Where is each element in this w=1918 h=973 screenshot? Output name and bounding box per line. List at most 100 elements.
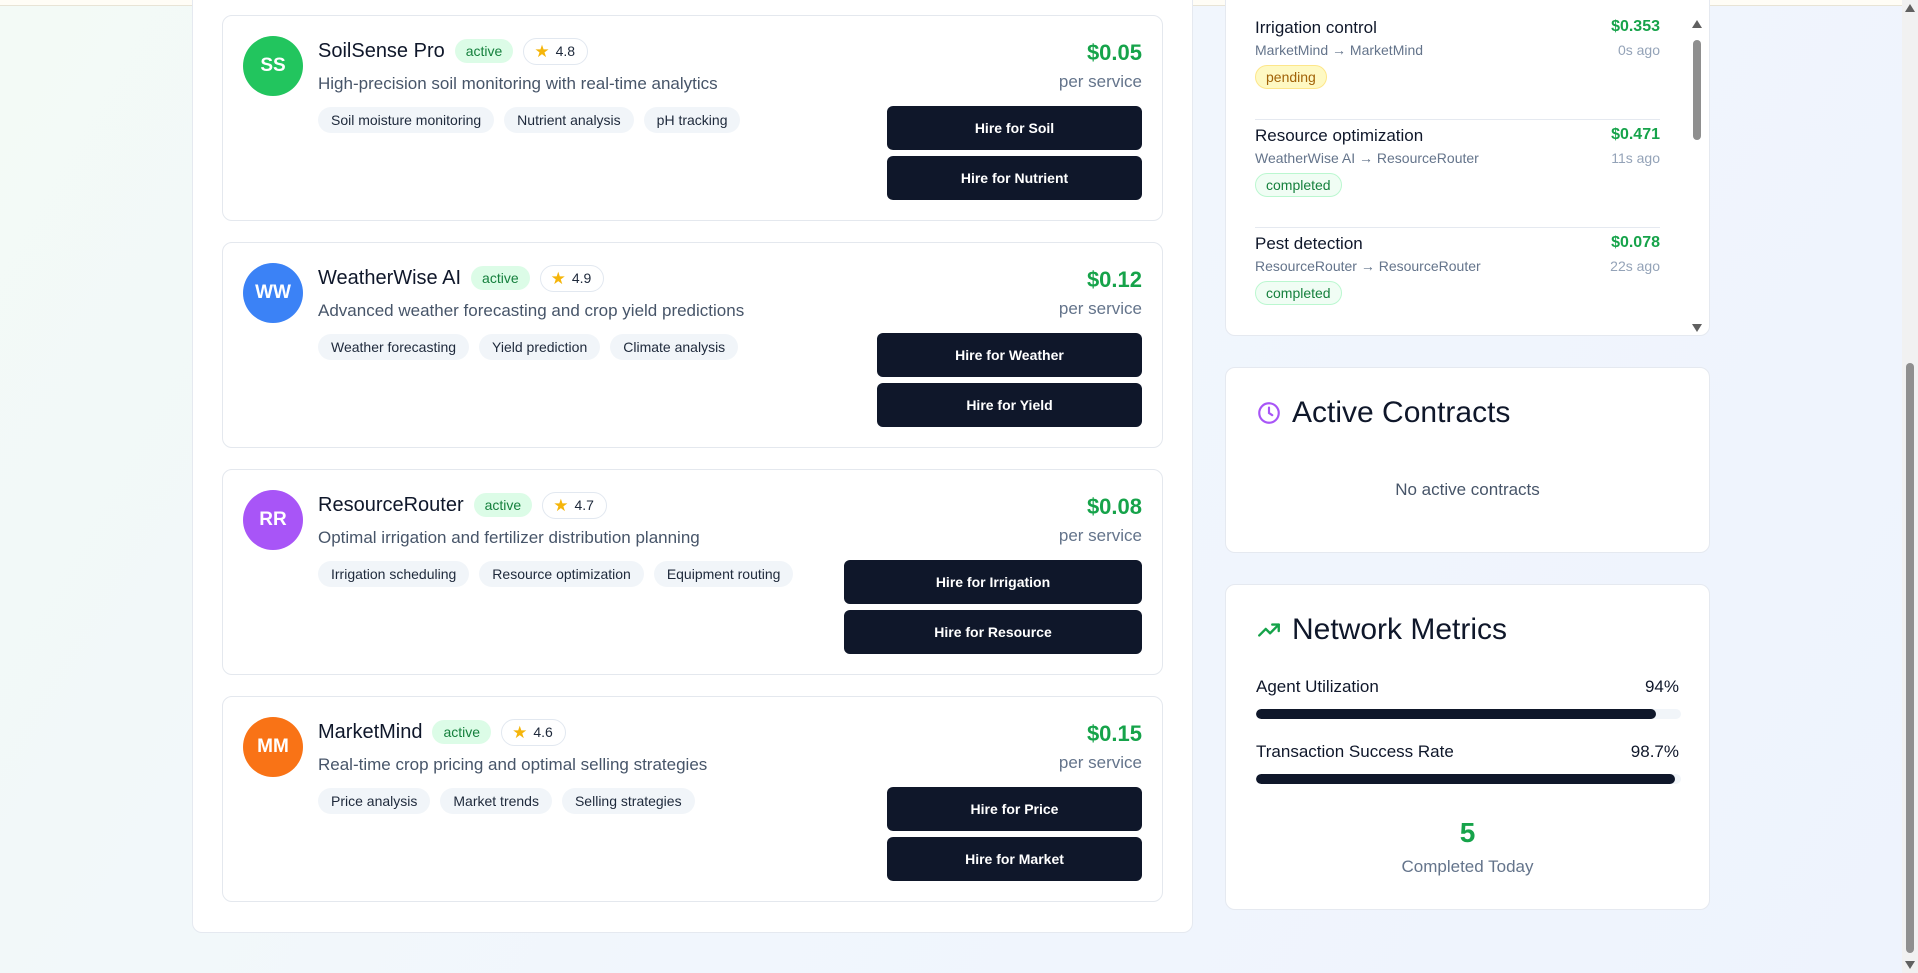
transaction-title: Pest detection [1255,234,1363,253]
capability-tag: pH tracking [643,107,741,133]
transaction-amount: $0.353 [1611,18,1660,35]
active-contracts-panel: Active Contracts No active contracts [1225,367,1710,553]
transaction-route: MarketMind → MarketMind [1255,42,1424,58]
hire-soil-button[interactable]: Hire for Soil [887,106,1142,150]
status-badge: active [432,720,492,744]
agent-price: $0.05 [1086,40,1142,65]
scrollbar-thumb[interactable] [1906,363,1914,953]
avatar: MM [243,717,303,777]
capability-tag: Soil moisture monitoring [318,107,495,133]
transaction-item: Pest detection $0.078 ResourceRouter → R… [1255,228,1660,334]
capability-tag: Resource optimization [479,561,644,587]
status-badge: active [473,493,533,517]
hire-weather-button[interactable]: Hire for Weather [877,333,1142,377]
completed-today-label: Completed Today [1401,857,1534,876]
page-scrollbar[interactable] [1902,0,1918,973]
transaction-list[interactable]: Irrigation control $0.353 MarketMind → M… [1255,12,1660,334]
rating-value: 4.6 [533,724,553,740]
hire-resource-button[interactable]: Hire for Resource [844,610,1142,654]
transaction-item: Resource optimization $0.471 WeatherWise… [1255,120,1660,228]
agent-card-marketmind: MM MarketMind active ★ 4.6 Real-time crop… [222,696,1163,902]
empty-contracts-message: No active contracts [1395,480,1540,499]
capability-tags: Irrigation scheduling Resource optimizat… [318,561,794,587]
star-icon: ★ [512,722,528,742]
transaction-time: 11s ago [1611,150,1660,166]
agent-description: Real-time crop pricing and optimal selli… [318,755,708,774]
network-metrics-title: Network Metrics [1292,613,1508,646]
trending-up-icon [1256,617,1282,643]
transaction-list-scrollbar[interactable] [1690,18,1704,332]
capability-tag: Yield prediction [479,334,601,360]
rating-badge: ★ 4.8 [523,37,589,65]
metric-label: Agent Utilization [1256,677,1379,696]
agent-utilization-bar [1256,709,1681,719]
avatar: WW [243,263,303,323]
progress-fill [1256,774,1676,784]
rating-badge: ★ 4.9 [539,264,605,292]
star-icon: ★ [534,41,550,61]
capability-tag: Weather forecasting [318,334,470,360]
hire-price-button[interactable]: Hire for Price [887,787,1142,831]
price-unit: per service [1058,526,1142,545]
price-unit: per service [1058,753,1142,772]
status-badge: pending [1255,65,1327,89]
metric-value: 98.7% [1630,742,1679,761]
capability-tag: Equipment routing [653,561,794,587]
scroll-up-arrow-icon[interactable] [1692,20,1702,28]
star-icon: ★ [553,495,569,515]
agent-description: Advanced weather forecasting and crop yi… [318,301,745,320]
agent-description: Optimal irrigation and fertilizer distri… [318,528,700,547]
rating-value: 4.9 [571,270,592,286]
transaction-amount: $0.078 [1611,234,1660,251]
metric-value: 94% [1644,677,1679,696]
capability-tag: Climate analysis [610,334,739,360]
panel-title: Active Contracts [1256,396,1510,430]
agent-name: WeatherWise AI [318,266,462,289]
agent-name: SoilSense Pro [318,39,445,62]
agent-card-resourcerouter: RR ResourceRouter active ★ 4.7 Optimal ir… [222,469,1163,675]
scroll-up-arrow-icon[interactable] [1905,4,1915,12]
transaction-time: 22s ago [1610,258,1660,274]
scrollbar-thumb[interactable] [1693,40,1701,140]
transaction-success-bar [1256,774,1681,784]
hire-nutrient-button[interactable]: Hire for Nutrient [887,156,1142,200]
rating-value: 4.7 [574,497,594,513]
avatar: RR [243,490,303,550]
transaction-route: WeatherWise AI → ResourceRouter [1255,150,1479,166]
network-metrics-panel: Network Metrics Agent Utilization 94% Tr… [1225,584,1710,910]
transaction-route: ResourceRouter → ResourceRouter [1255,258,1481,274]
hire-market-button[interactable]: Hire for Market [887,837,1142,881]
transaction-title: Resource optimization [1255,126,1424,145]
agent-price: $0.12 [1086,267,1142,292]
status-badge: completed [1255,173,1342,197]
scroll-down-arrow-icon[interactable] [1692,324,1702,332]
agent-name: ResourceRouter [318,493,464,516]
status-badge: active [471,266,530,290]
capability-tags: Weather forecasting Yield prediction Cli… [318,334,739,360]
active-contracts-title: Active Contracts [1292,396,1511,429]
capability-tag: Market trends [440,788,552,814]
rating-value: 4.8 [555,43,576,59]
capability-tag: Selling strategies [561,788,695,814]
scroll-down-arrow-icon[interactable] [1905,961,1915,969]
agent-card-soilsense: SS SoilSense Pro active ★ 4.8 High-precis… [222,15,1163,221]
panel-title: Network Metrics [1256,613,1507,647]
capability-tag: Irrigation scheduling [318,561,470,587]
rating-badge: ★ 4.6 [501,718,566,746]
rating-badge: ★ 4.7 [542,491,607,519]
star-icon: ★ [550,268,566,288]
completed-today-count: 5 [1459,817,1476,848]
status-badge: active [454,39,514,63]
transaction-amount: $0.471 [1611,126,1660,143]
transaction-item: Irrigation control $0.353 MarketMind → M… [1255,12,1660,120]
avatar: SS [243,36,303,96]
metric-label: Transaction Success Rate [1256,742,1454,761]
clock-icon [1256,400,1282,426]
agent-price: $0.15 [1086,721,1142,746]
agent-description: High-precision soil monitoring with real… [318,74,718,93]
agent-card-weatherwise: WW WeatherWise AI active ★ 4.9 Advanced w… [222,242,1163,448]
progress-fill [1256,709,1656,719]
hire-irrigation-button[interactable]: Hire for Irrigation [844,560,1142,604]
hire-yield-button[interactable]: Hire for Yield [877,383,1142,427]
status-badge: completed [1255,281,1342,305]
